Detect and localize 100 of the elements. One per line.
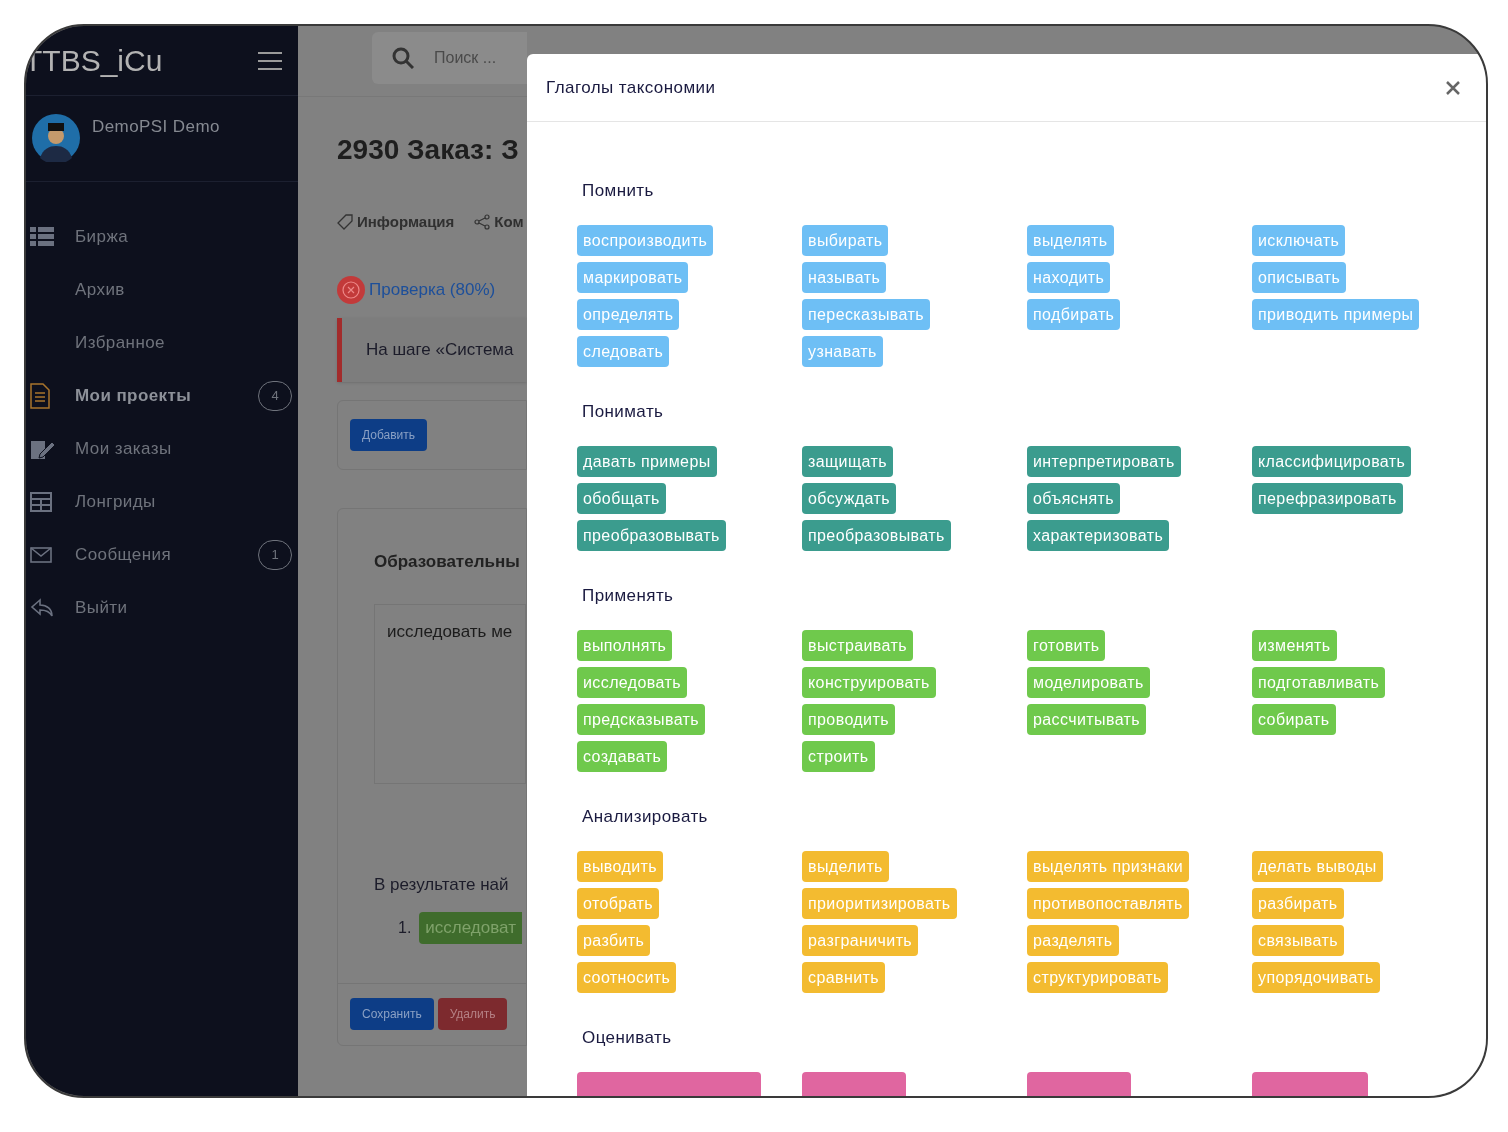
section-title: Применять bbox=[581, 585, 675, 607]
page-title: 2930 Заказ: З bbox=[337, 133, 520, 167]
verb-chip[interactable]: сравнить bbox=[802, 962, 885, 993]
verb-chip[interactable]: выделять признаки bbox=[1027, 851, 1190, 882]
table-icon bbox=[30, 491, 52, 512]
verb-chip[interactable]: характеризовать bbox=[1027, 520, 1170, 551]
verb-chip[interactable]: создавать bbox=[577, 741, 668, 772]
save-button[interactable]: Сохранить bbox=[350, 998, 434, 1030]
search-field[interactable]: Поиск ... bbox=[372, 32, 527, 84]
verb-chip[interactable]: строить bbox=[802, 741, 875, 772]
verb-chip[interactable]: маркировать bbox=[577, 262, 689, 293]
verb-chip[interactable]: обобщать bbox=[577, 483, 666, 514]
verb-chip[interactable]: приоритизировать bbox=[802, 888, 957, 919]
section-title: Оценивать bbox=[581, 1027, 673, 1049]
verb-chip[interactable]: называть bbox=[802, 262, 887, 293]
verb-chip[interactable]: выполнять bbox=[577, 630, 673, 661]
tag-icon bbox=[337, 214, 353, 231]
sidebar-item[interactable]: Биржа bbox=[26, 210, 298, 263]
verb-chip[interactable]: подбирать bbox=[1027, 299, 1121, 330]
verb-chip[interactable]: подготавливать bbox=[1252, 667, 1386, 698]
verb-chip[interactable]: разбить bbox=[577, 925, 651, 956]
text-area[interactable]: исследовать ме bbox=[374, 604, 526, 784]
list-icon bbox=[30, 226, 54, 247]
verb-chip[interactable]: выбирать bbox=[802, 225, 889, 256]
menu-icon[interactable] bbox=[258, 50, 282, 71]
verb-chip[interactable]: приводить примеры bbox=[1252, 299, 1420, 330]
result-text: В результате най bbox=[374, 874, 510, 896]
sidebar-item[interactable]: Мои заказы bbox=[26, 422, 298, 475]
section-title: Анализировать bbox=[581, 806, 709, 828]
verb-chip[interactable]: обсуждать bbox=[802, 483, 896, 514]
delete-button[interactable]: Удалить bbox=[437, 998, 508, 1030]
user-name: DemoPSI Demo bbox=[92, 116, 220, 138]
verb-chip[interactable]: разграничить bbox=[802, 925, 919, 956]
add-button[interactable]: Добавить bbox=[350, 418, 428, 451]
verb-chip[interactable]: следовать bbox=[577, 336, 670, 367]
section-title: Понимать bbox=[581, 401, 665, 423]
verb-chip[interactable]: выводить bbox=[577, 851, 663, 882]
section-title: Помнить bbox=[581, 180, 655, 202]
verb-chip[interactable] bbox=[802, 1072, 906, 1096]
modal-title: Глаголы таксономии bbox=[546, 76, 716, 99]
verb-chip[interactable]: преобразовывать bbox=[577, 520, 726, 551]
envelope-icon bbox=[30, 546, 52, 563]
card-title: Образовательны bbox=[374, 550, 521, 573]
status-link[interactable]: Проверка (80%) bbox=[369, 276, 496, 303]
verb-chip[interactable]: собирать bbox=[1252, 704, 1336, 735]
close-icon[interactable] bbox=[1446, 80, 1460, 95]
verb-chip[interactable]: рассчитывать bbox=[1027, 704, 1147, 735]
verb-chip[interactable]: проводить bbox=[802, 704, 895, 735]
verb-chip[interactable]: разделять bbox=[1027, 925, 1119, 956]
verb-chip[interactable] bbox=[1027, 1072, 1131, 1096]
list-number: 1. bbox=[398, 917, 412, 938]
verb-chip[interactable]: классифицировать bbox=[1252, 446, 1412, 477]
sidebar-item[interactable]: Лонгриды bbox=[26, 475, 298, 528]
verb-chip[interactable]: перефразировать bbox=[1252, 483, 1403, 514]
verb-chip[interactable]: объяснять bbox=[1027, 483, 1120, 514]
verb-chip[interactable]: предсказывать bbox=[577, 704, 706, 735]
verb-chip[interactable]: моделировать bbox=[1027, 667, 1150, 698]
verb-chip[interactable]: изменять bbox=[1252, 630, 1337, 661]
verb-chip[interactable]: исследовать bbox=[577, 667, 687, 698]
sidebar-item[interactable]: Выйти bbox=[26, 581, 298, 634]
verb-chip[interactable]: выстраивать bbox=[802, 630, 913, 661]
verb-chip[interactable]: структурировать bbox=[1027, 962, 1168, 993]
sidebar-item[interactable]: Избранное bbox=[26, 316, 298, 369]
verb-chip[interactable]: защищать bbox=[802, 446, 893, 477]
verb-chip: исследоват bbox=[419, 911, 522, 944]
verb-chip[interactable]: упорядочивать bbox=[1252, 962, 1380, 993]
search-icon bbox=[392, 47, 414, 69]
reply-arrow-icon bbox=[30, 597, 54, 618]
verb-chip[interactable]: определять bbox=[577, 299, 680, 330]
verb-chip[interactable]: делать выводы bbox=[1252, 851, 1383, 882]
verb-chip[interactable]: разбирать bbox=[1252, 888, 1344, 919]
verb-chip[interactable] bbox=[1252, 1072, 1368, 1096]
verb-chip[interactable]: противопоставлять bbox=[1027, 888, 1189, 919]
verb-chip[interactable]: находить bbox=[1027, 262, 1111, 293]
verb-chip[interactable]: выделить bbox=[802, 851, 889, 882]
verb-chip[interactable]: исключать bbox=[1252, 225, 1346, 256]
verb-chip[interactable]: интерпретировать bbox=[1027, 446, 1181, 477]
document-icon bbox=[30, 382, 50, 409]
verb-chip[interactable]: готовить bbox=[1027, 630, 1106, 661]
verb-chip[interactable]: отобрать bbox=[577, 888, 660, 919]
verb-chip[interactable]: давать примеры bbox=[577, 446, 717, 477]
verb-chip[interactable]: воспроизводить bbox=[577, 225, 714, 256]
verb-chip[interactable]: связывать bbox=[1252, 925, 1344, 956]
verb-chip[interactable]: преобразовывать bbox=[802, 520, 951, 551]
alert: На шаге «Система bbox=[337, 317, 527, 382]
comments-tab[interactable]: Ком bbox=[474, 211, 524, 234]
verb-chip[interactable] bbox=[577, 1072, 761, 1096]
sidebar-item[interactable]: Сообщения 1 bbox=[26, 528, 298, 581]
sidebar-item[interactable]: Мои проекты 4 bbox=[26, 369, 298, 422]
verb-chip[interactable]: выделять bbox=[1027, 225, 1114, 256]
share-icon bbox=[474, 214, 491, 231]
info-tab[interactable]: Информация bbox=[337, 211, 455, 234]
avatar-icon bbox=[32, 114, 80, 162]
verb-chip[interactable]: соотносить bbox=[577, 962, 677, 993]
verb-chip[interactable]: пересказывать bbox=[802, 299, 930, 330]
verb-chip[interactable]: конструировать bbox=[802, 667, 936, 698]
verb-chip[interactable]: описывать bbox=[1252, 262, 1347, 293]
sidebar-item[interactable]: Архив bbox=[26, 263, 298, 316]
verb-chip[interactable]: узнавать bbox=[802, 336, 883, 367]
error-icon bbox=[337, 275, 365, 304]
